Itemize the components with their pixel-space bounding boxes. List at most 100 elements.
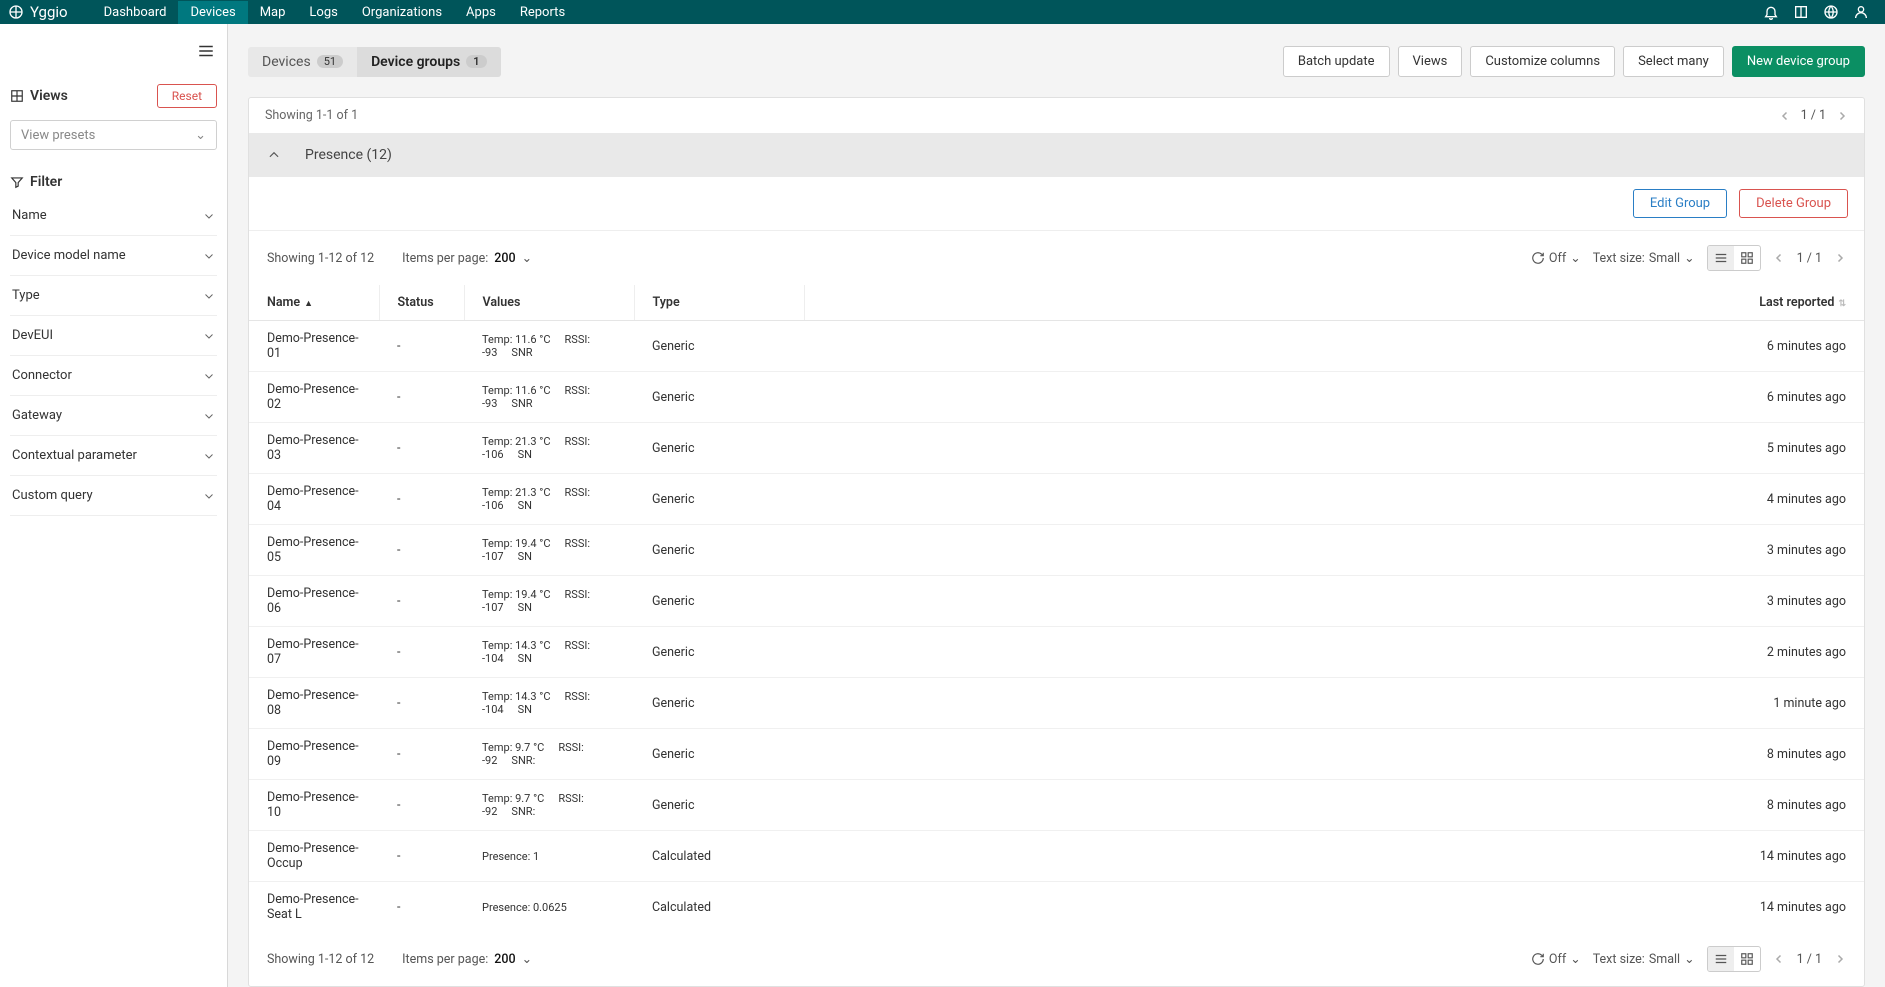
filter-icon — [10, 175, 24, 189]
filter-gateway[interactable]: Gateway — [10, 396, 217, 436]
devices-count-badge: 51 — [317, 55, 343, 68]
delete-group-button[interactable]: Delete Group — [1739, 189, 1848, 218]
text-size-select[interactable]: Text size: Small ⌄ — [1593, 250, 1695, 266]
user-icon[interactable] — [1853, 4, 1869, 20]
chevron-right-icon[interactable] — [1836, 110, 1848, 122]
tab-groups-label: Device groups — [371, 54, 460, 70]
auto-refresh-toggle[interactable]: Off⌄ — [1531, 951, 1581, 967]
refresh-icon — [1531, 251, 1545, 265]
chevron-left-icon[interactable] — [1773, 953, 1785, 965]
table-page-text: 1 / 1 — [1797, 952, 1822, 967]
table-showing-text: Showing 1-12 of 12 — [267, 251, 374, 266]
view-presets-select[interactable]: View presets ⌄ — [10, 120, 217, 150]
table-row[interactable]: Demo-Presence-07-Temp: 14.3 °CRSSI: -104… — [249, 627, 1864, 678]
book-icon[interactable] — [1793, 4, 1809, 20]
tab-devices-label: Devices — [262, 54, 311, 70]
table-row[interactable]: Demo-Presence-09-Temp: 9.7 °CRSSI: -92SN… — [249, 729, 1864, 780]
topnav: Yggio DashboardDevicesMapLogsOrganizatio… — [0, 0, 1885, 24]
filter-contextual-parameter[interactable]: Contextual parameter — [10, 436, 217, 476]
nav-item-reports[interactable]: Reports — [508, 1, 577, 24]
table-row[interactable]: Demo-Presence-Seat L-Presence: 0.0625Cal… — [249, 882, 1864, 933]
refresh-icon — [1531, 952, 1545, 966]
table-row[interactable]: Demo-Presence-Occup-Presence: 1Calculate… — [249, 831, 1864, 882]
chevron-right-icon[interactable] — [1834, 252, 1846, 264]
list-view-button[interactable] — [1708, 947, 1734, 971]
chevron-down-icon: ⌄ — [195, 128, 206, 143]
chevron-down-icon — [203, 330, 215, 342]
bell-icon[interactable] — [1763, 4, 1779, 20]
nav-item-apps[interactable]: Apps — [454, 1, 508, 24]
col-last-reported[interactable]: Last reported⇅ — [804, 285, 1864, 321]
tab-devices[interactable]: Devices 51 — [248, 47, 357, 77]
chevron-left-icon[interactable] — [1773, 252, 1785, 264]
globe-icon[interactable] — [1823, 4, 1839, 20]
nav-item-dashboard[interactable]: Dashboard — [92, 1, 179, 24]
table-row[interactable]: Demo-Presence-06-Temp: 19.4 °CRSSI: -107… — [249, 576, 1864, 627]
auto-refresh-toggle[interactable]: Off⌄ — [1531, 250, 1581, 266]
edit-group-button[interactable]: Edit Group — [1633, 189, 1727, 218]
select-many-button[interactable]: Select many — [1623, 46, 1724, 77]
filter-custom-query[interactable]: Custom query — [10, 476, 217, 516]
sidebar: Views Reset View presets ⌄ Filter NameDe… — [0, 24, 228, 987]
table-showing-text: Showing 1-12 of 12 — [267, 952, 374, 967]
chevron-down-icon — [203, 490, 215, 502]
table-row[interactable]: Demo-Presence-10-Temp: 9.7 °CRSSI: -92SN… — [249, 780, 1864, 831]
chevron-left-icon[interactable] — [1779, 110, 1791, 122]
col-values[interactable]: Values — [464, 285, 634, 321]
groups-page-text: 1 / 1 — [1801, 108, 1826, 123]
table-page-text: 1 / 1 — [1797, 251, 1822, 266]
table-row[interactable]: Demo-Presence-08-Temp: 14.3 °CRSSI: -104… — [249, 678, 1864, 729]
chevron-down-icon: ⌄ — [1570, 951, 1580, 967]
filter-label: Filter — [30, 174, 62, 190]
preset-placeholder: View presets — [21, 128, 95, 143]
menu-icon[interactable] — [195, 42, 217, 60]
devices-table: Name▲ Status Values Type Last reported⇅ … — [249, 285, 1864, 932]
chevron-down-icon — [203, 290, 215, 302]
batch-update-button[interactable]: Batch update — [1283, 46, 1390, 77]
table-row[interactable]: Demo-Presence-04-Temp: 21.3 °CRSSI: -106… — [249, 474, 1864, 525]
nav-item-devices[interactable]: Devices — [178, 1, 247, 24]
logo-icon — [8, 4, 24, 20]
chevron-down-icon — [203, 210, 215, 222]
filter-device-model-name[interactable]: Device model name — [10, 236, 217, 276]
new-device-group-button[interactable]: New device group — [1732, 46, 1865, 77]
table-row[interactable]: Demo-Presence-05-Temp: 19.4 °CRSSI: -107… — [249, 525, 1864, 576]
col-type[interactable]: Type — [634, 285, 804, 321]
chevron-down-icon: ⌄ — [1570, 250, 1580, 266]
chevron-down-icon: ⌄ — [1684, 951, 1694, 967]
grid-view-button[interactable] — [1734, 246, 1760, 270]
brand-text: Yggio — [30, 3, 68, 21]
brand[interactable]: Yggio — [8, 3, 68, 21]
groups-count-badge: 1 — [466, 55, 486, 68]
table-row[interactable]: Demo-Presence-02-Temp: 11.6 °CRSSI: -93S… — [249, 372, 1864, 423]
table-row[interactable]: Demo-Presence-03-Temp: 21.3 °CRSSI: -106… — [249, 423, 1864, 474]
list-view-button[interactable] — [1708, 246, 1734, 270]
col-name[interactable]: Name▲ — [249, 285, 379, 321]
filter-deveui[interactable]: DevEUI — [10, 316, 217, 356]
chevron-down-icon: ⌄ — [522, 250, 532, 266]
main: Devices 51 Device groups 1 Batch update … — [228, 24, 1885, 987]
filter-connector[interactable]: Connector — [10, 356, 217, 396]
table-row[interactable]: Demo-Presence-01-Temp: 11.6 °CRSSI: -93S… — [249, 321, 1864, 372]
customize-columns-button[interactable]: Customize columns — [1470, 46, 1615, 77]
chevron-down-icon: ⌄ — [1684, 250, 1694, 266]
col-status[interactable]: Status — [379, 285, 464, 321]
chevron-down-icon — [203, 370, 215, 382]
items-per-page[interactable]: Items per page: 200 ⌄ — [402, 250, 532, 266]
nav-item-logs[interactable]: Logs — [297, 1, 349, 24]
reset-button[interactable]: Reset — [157, 84, 217, 108]
filter-type[interactable]: Type — [10, 276, 217, 316]
grid-view-button[interactable] — [1734, 947, 1760, 971]
chevron-down-icon — [203, 250, 215, 262]
nav-item-map[interactable]: Map — [248, 1, 298, 24]
chevron-up-icon[interactable] — [267, 148, 281, 162]
tab-device-groups[interactable]: Device groups 1 — [357, 47, 500, 77]
nav-item-organizations[interactable]: Organizations — [350, 1, 454, 24]
text-size-select[interactable]: Text size: Small ⌄ — [1593, 951, 1695, 967]
views-button[interactable]: Views — [1398, 46, 1463, 77]
items-per-page[interactable]: Items per page: 200 ⌄ — [402, 951, 532, 967]
group-header[interactable]: Presence (12) — [249, 133, 1864, 177]
views-icon — [10, 89, 24, 103]
chevron-right-icon[interactable] — [1834, 953, 1846, 965]
filter-name[interactable]: Name — [10, 196, 217, 236]
